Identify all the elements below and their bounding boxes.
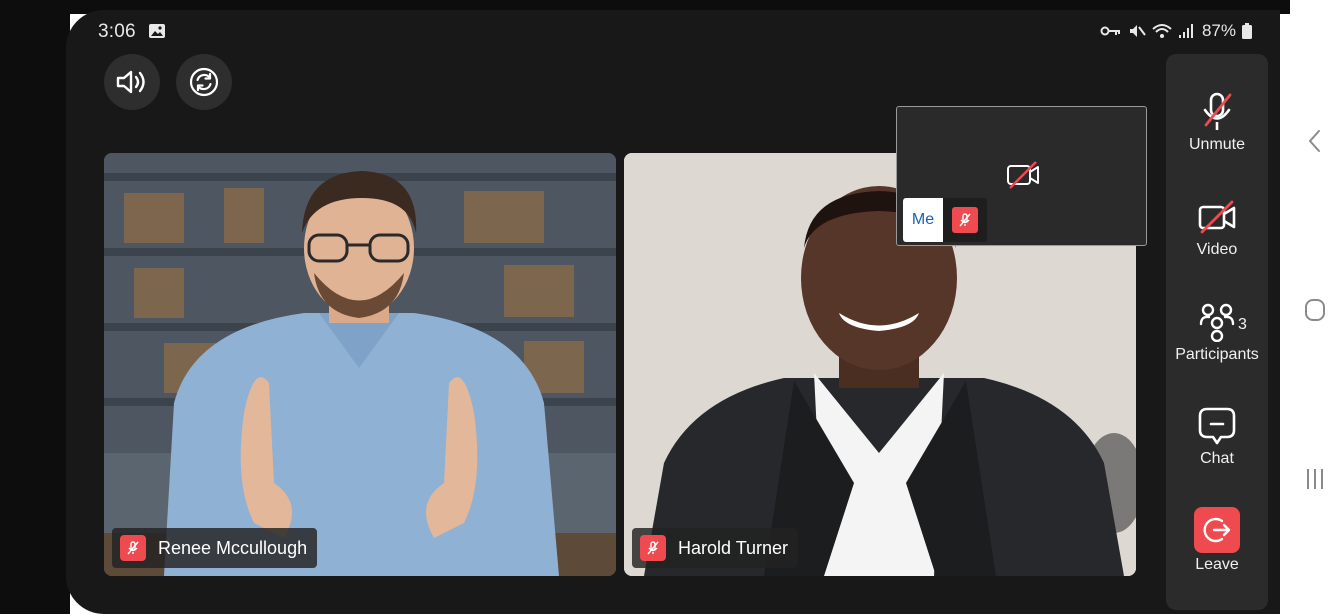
video-off-icon [1197,195,1237,239]
participant-name-chip: Renee Mccullough [112,528,318,568]
leave-button[interactable]: Leave [1166,507,1268,600]
back-icon[interactable] [1304,128,1326,154]
chat-label: Chat [1200,450,1234,467]
switch-camera-icon [189,67,219,97]
mute-icon [1129,25,1146,37]
key-icon [1100,26,1120,36]
participants-label: Participants [1175,346,1259,363]
chat-button[interactable]: Chat [1166,404,1268,494]
participant-name-chip: Harold Turner [632,528,799,568]
leave-icon [1194,507,1240,553]
participant-name: Renee Mccullough [158,537,308,558]
speaker-button[interactable] [104,54,160,110]
self-view[interactable]: Me [896,106,1147,246]
self-labels: Me [903,198,987,242]
battery-icon [1242,23,1252,39]
me-label: Me [903,198,943,242]
speaker-icon [116,70,145,94]
participants-icon [1197,300,1237,344]
wifi-icon [1152,24,1172,38]
unmute-label: Unmute [1188,136,1246,153]
participant-tile[interactable]: Renee Mccullough [104,153,616,576]
participant-video [104,153,616,576]
video-label: Video [1196,241,1238,258]
status-time: 3:06 [98,21,136,42]
device-bezel [0,0,70,614]
status-icons: 87% [1100,21,1252,41]
gallery-icon [149,24,165,38]
switch-camera-button[interactable] [176,54,232,110]
battery-percent: 87% [1201,21,1236,40]
mic-muted-icon [120,535,146,561]
home-icon[interactable] [1304,298,1326,322]
status-bar: 3:06 87% [66,18,1280,48]
participant-name: Harold Turner [678,537,789,558]
video-button[interactable]: Video [1166,195,1268,285]
signal-icon [1178,24,1193,38]
leave-icon-wrap [1194,507,1240,553]
chat-icon [1197,404,1237,448]
participants-button[interactable]: 3 Participants [1166,300,1268,390]
meeting-screen: 3:06 87% Renee Mccullough Harold Turner … [66,10,1280,614]
video-off-icon [1007,161,1039,189]
mic-muted-icon [640,535,666,561]
recents-icon[interactable] [1304,466,1326,492]
self-mic-status [943,198,987,242]
controls-panel: Unmute Video 3 Participants Chat Leave [1166,54,1268,610]
system-nav-bar [1290,0,1341,614]
participants-count: 3 [1238,316,1247,333]
unmute-button[interactable]: Unmute [1166,90,1268,180]
leave-label: Leave [1195,556,1239,573]
mic-muted-icon [952,207,978,233]
mic-off-icon [1197,90,1237,134]
